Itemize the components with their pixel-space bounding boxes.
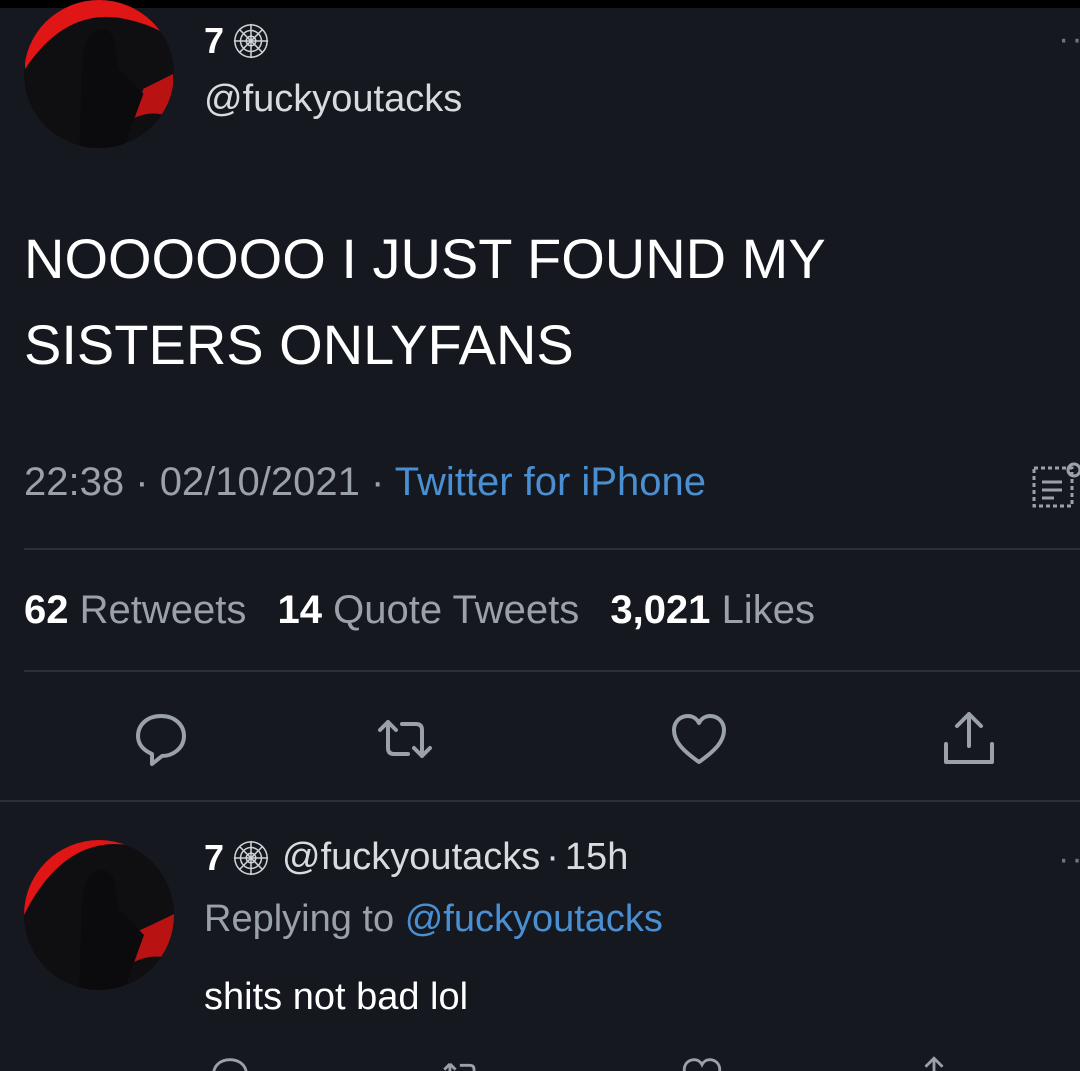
- meta-separator: ·: [371, 460, 385, 504]
- share-icon[interactable]: [938, 708, 1000, 770]
- meta-separator: ·: [135, 460, 149, 504]
- handle[interactable]: @fuckyoutacks: [204, 78, 462, 121]
- divider: [24, 670, 1080, 672]
- tweet-meta: 22:38 · 02/10/2021 · Twitter for iPhone: [24, 460, 706, 505]
- retweets-count[interactable]: 62: [24, 588, 69, 632]
- reply-handle[interactable]: @fuckyoutacks: [282, 836, 540, 879]
- replying-to: Replying to @fuckyoutacks: [204, 898, 663, 941]
- divider: [24, 548, 1080, 550]
- tweet-author-row: 7: [204, 20, 270, 62]
- more-options-icon[interactable]: ··: [1058, 840, 1080, 879]
- tweet-time[interactable]: 22:38: [24, 460, 124, 504]
- heart-icon[interactable]: [680, 1054, 724, 1071]
- reply-author-row: 7 @fuckyoutacks · 15h: [204, 836, 628, 879]
- reply-avatar[interactable]: [24, 840, 174, 990]
- replying-to-label: Replying to: [204, 898, 395, 940]
- tweet-text-line: SISTERS ONLYFANS: [24, 313, 574, 376]
- top-edge: [0, 0, 1080, 8]
- tweet-text-line: NOOOOOO I JUST FOUND MY: [24, 227, 826, 290]
- divider: [0, 800, 1080, 802]
- likes-label[interactable]: Likes: [722, 588, 815, 632]
- tweet-stats: 62 Retweets 14 Quote Tweets 3,021 Likes: [24, 588, 835, 633]
- retweets-label[interactable]: Retweets: [80, 588, 247, 632]
- spiderweb-icon: [232, 22, 270, 60]
- retweet-icon[interactable]: [374, 708, 436, 770]
- replying-to-mention[interactable]: @fuckyoutacks: [405, 898, 663, 940]
- tweet-text: NOOOOOO I JUST FOUND MY SISTERS ONLYFANS: [24, 216, 1024, 388]
- quotes-count[interactable]: 14: [278, 588, 323, 632]
- avatar[interactable]: [24, 0, 174, 148]
- reply-icon[interactable]: [208, 1054, 252, 1071]
- reply-time[interactable]: 15h: [565, 836, 628, 879]
- reply-display-name[interactable]: 7: [204, 837, 224, 879]
- heart-icon[interactable]: [668, 708, 730, 770]
- likes-count[interactable]: 3,021: [610, 588, 710, 632]
- reply-icon[interactable]: [130, 708, 192, 770]
- tweet-source[interactable]: Twitter for iPhone: [395, 460, 706, 504]
- tweet-date[interactable]: 02/10/2021: [160, 460, 360, 504]
- reply-text: shits not bad lol: [204, 976, 469, 1018]
- reply-action-bar: [0, 1040, 1080, 1071]
- meta-separator: ·: [546, 836, 559, 878]
- quotes-label[interactable]: Quote Tweets: [333, 588, 579, 632]
- retweet-icon[interactable]: [440, 1054, 484, 1071]
- share-icon[interactable]: [912, 1054, 956, 1071]
- analytics-icon[interactable]: [1028, 460, 1080, 512]
- more-options-icon[interactable]: ··: [1058, 20, 1080, 59]
- display-name[interactable]: 7: [204, 20, 224, 62]
- spiderweb-icon: [232, 839, 270, 877]
